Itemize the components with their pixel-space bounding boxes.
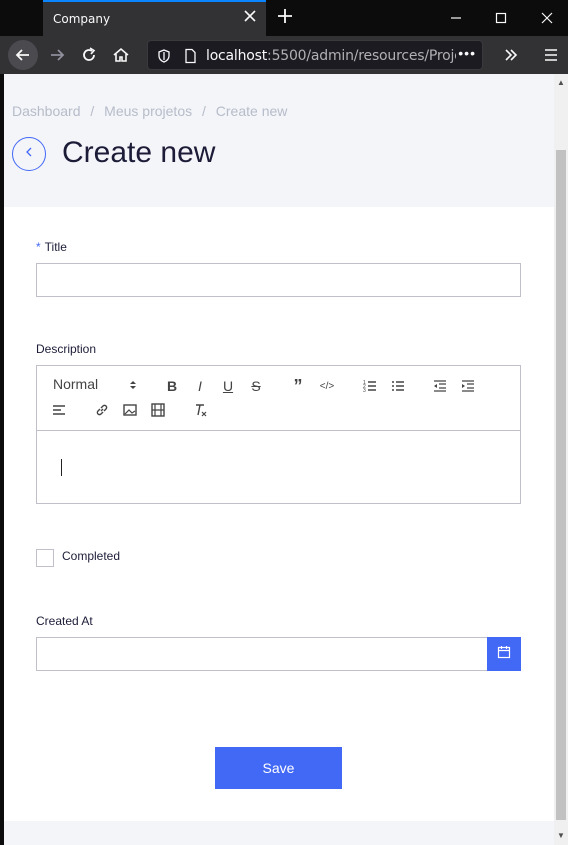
home-icon[interactable] [106,40,136,70]
align-left-icon[interactable] [49,400,69,420]
menu-icon[interactable] [536,40,566,70]
indent-icon[interactable] [458,376,478,396]
navigation-bar: localhost:5500/admin/resources/Project/ … [0,36,568,74]
back-icon[interactable] [8,40,38,70]
chevron-left-icon [23,145,35,163]
overflow-chevron-icon[interactable] [496,40,526,70]
url-bar[interactable]: localhost:5500/admin/resources/Project/ … [147,40,483,70]
scroll-up-icon[interactable]: ▲ [554,76,568,90]
description-editor: Normal B I U S ” </> 123 [36,365,521,504]
page-actions-icon[interactable]: ••• [458,45,476,61]
video-icon[interactable] [148,400,168,420]
clear-format-icon[interactable] [190,400,210,420]
scrollbar[interactable]: ▲ ▼ [554,74,568,845]
forward-icon[interactable] [42,40,72,70]
close-window-icon[interactable] [535,6,559,30]
completed-checkbox[interactable] [36,549,54,567]
breadcrumb-dashboard[interactable]: Dashboard [12,103,81,119]
scroll-thumb[interactable] [556,150,566,820]
description-label: Description [36,342,97,356]
date-picker-button[interactable] [487,637,521,671]
bold-icon[interactable]: B [162,376,182,396]
new-tab-icon[interactable] [276,7,296,27]
created-at-label: Created At [36,614,93,628]
link-icon[interactable] [92,400,112,420]
bullet-list-icon[interactable] [388,376,408,396]
close-tab-icon[interactable] [242,10,258,26]
create-form: * Title Description Normal B I U S ” </>… [4,207,554,821]
page-icon [182,48,198,64]
editor-toolbar: Normal B I U S ” </> 123 [37,366,520,431]
breadcrumb-separator: / [90,103,95,119]
created-at-input[interactable] [36,637,488,671]
blockquote-icon[interactable]: ” [288,376,308,396]
url-text: localhost:5500/admin/resources/Project/ [206,48,456,64]
outdent-icon[interactable] [430,376,450,396]
reload-icon[interactable] [74,40,104,70]
page-content: Dashboard / Meus projetos / Create new C… [4,74,554,845]
text-caret [61,459,62,476]
code-icon[interactable]: </> [317,376,337,396]
save-button[interactable]: Save [215,747,342,789]
page-title: Create new [62,136,216,169]
format-select[interactable]: Normal [53,376,139,396]
strikethrough-icon[interactable]: S [246,376,266,396]
required-marker: * [36,240,41,254]
image-icon[interactable] [120,400,140,420]
back-button[interactable] [12,137,46,171]
underline-icon[interactable]: U [218,376,238,396]
editor-text-area[interactable] [37,432,520,503]
tab-title: Company [53,12,111,26]
svg-text:3: 3 [363,388,366,393]
breadcrumb-separator: / [202,103,206,119]
title-input[interactable] [36,263,521,297]
scroll-down-icon[interactable]: ▼ [554,829,568,843]
maximize-icon[interactable] [489,6,513,30]
updown-icon [129,378,137,394]
shield-icon[interactable] [156,48,172,64]
ordered-list-icon[interactable]: 123 [360,376,380,396]
breadcrumb-projects[interactable]: Meus projetos [104,103,192,119]
browser-window: Company localhost:5500/admin/resources/P… [0,0,568,845]
completed-label[interactable]: Completed [62,549,120,563]
italic-icon[interactable]: I [190,376,210,396]
browser-tab[interactable]: Company [43,0,266,36]
title-label: * Title [36,240,67,254]
tab-strip: Company [0,0,568,36]
breadcrumb-current: Create new [215,103,288,119]
calendar-icon [497,645,511,664]
minimize-icon[interactable] [444,6,468,30]
breadcrumb: Dashboard / Meus projetos / Create new [12,103,293,119]
